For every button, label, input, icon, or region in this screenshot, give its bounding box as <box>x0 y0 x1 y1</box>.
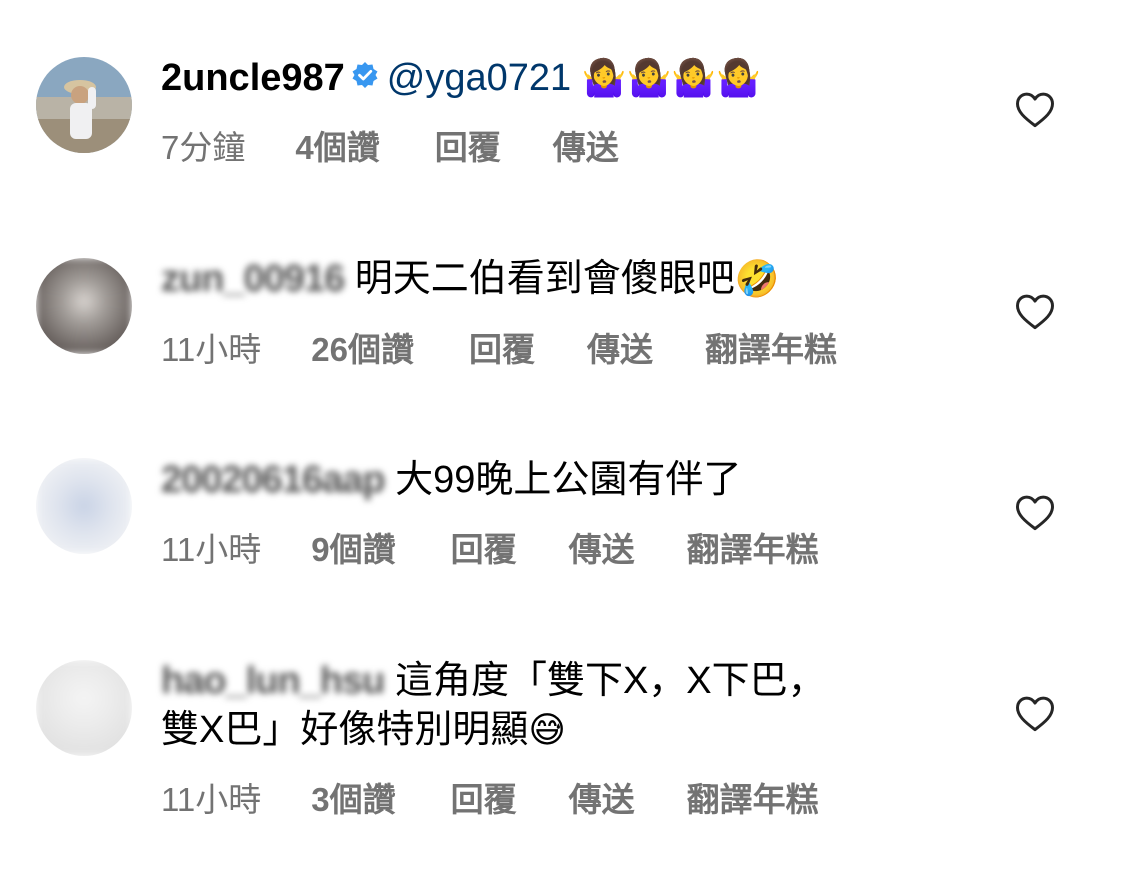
like-heart-icon[interactable] <box>1014 89 1056 129</box>
send-button[interactable]: 傳送 <box>569 530 635 570</box>
like-count[interactable]: 26個讚 <box>311 330 414 370</box>
mention-link[interactable]: @yga0721 <box>387 57 571 99</box>
comment-text: 2uncle987 @yga0721 🤷‍♀️🤷‍♀️🤷‍♀️🤷‍♀️ <box>161 55 761 103</box>
reply-button[interactable]: 回覆 <box>435 128 501 168</box>
like-heart-icon[interactable] <box>1014 693 1056 733</box>
username[interactable]: zun_00916 <box>161 258 345 300</box>
shrug-emoji: 🤷‍♀️🤷‍♀️🤷‍♀️🤷‍♀️ <box>581 58 762 99</box>
avatar[interactable] <box>36 660 132 756</box>
comment-body: 這角度「雙下X，X下巴， <box>394 660 826 702</box>
like-heart-icon[interactable] <box>1014 492 1056 532</box>
timestamp: 11小時 <box>161 331 262 368</box>
comment-body-continued: 雙X巴」好像特別明顯 <box>161 709 529 751</box>
username[interactable]: 20020616aap <box>161 459 386 501</box>
translate-button[interactable]: 翻譯年糕 <box>687 530 819 570</box>
comment-body: 明天二伯看到會傻眼吧 <box>354 258 735 300</box>
like-count[interactable]: 9個讚 <box>311 530 395 570</box>
timestamp: 11小時 <box>161 781 262 818</box>
comment-meta: 11小時 26個讚 回覆 傳送 翻譯年糕 <box>161 330 837 370</box>
send-button[interactable]: 傳送 <box>569 780 635 820</box>
comment-body: 大99晚上公園有伴了 <box>395 459 742 501</box>
reply-button[interactable]: 回覆 <box>451 530 517 570</box>
username[interactable]: hao_lun_hsu <box>161 660 385 702</box>
reply-button[interactable]: 回覆 <box>469 330 535 370</box>
send-button[interactable]: 傳送 <box>553 128 619 168</box>
timestamp: 11小時 <box>161 531 262 568</box>
comment-text-line2: 雙X巴」好像特別明顯😅 <box>161 707 566 754</box>
comment-item: 2uncle987 @yga0721 🤷‍♀️🤷‍♀️🤷‍♀️🤷‍♀️ 7分鐘 4個… <box>0 0 1125 200</box>
avatar-photo <box>36 57 132 153</box>
rolling-laughing-emoji: 🤣 <box>734 259 780 300</box>
like-count[interactable]: 4個讚 <box>295 128 379 168</box>
comment-meta: 7分鐘 4個讚 回覆 傳送 <box>161 128 619 168</box>
grinning-sweat-emoji: 😅 <box>528 710 566 751</box>
reply-button[interactable]: 回覆 <box>451 780 517 820</box>
timestamp: 7分鐘 <box>161 129 246 166</box>
like-count[interactable]: 3個讚 <box>311 780 395 820</box>
comment-meta: 11小時 3個讚 回覆 傳送 翻譯年糕 <box>161 780 819 820</box>
translate-button[interactable]: 翻譯年糕 <box>705 330 837 370</box>
comment-text: zun_00916 明天二伯看到會傻眼吧🤣 <box>161 256 780 303</box>
comment-meta: 11小時 9個讚 回覆 傳送 翻譯年糕 <box>161 530 819 570</box>
username[interactable]: 2uncle987 <box>161 57 345 99</box>
like-heart-icon[interactable] <box>1014 291 1056 331</box>
avatar[interactable] <box>36 258 132 354</box>
verified-badge-icon <box>351 54 379 100</box>
send-button[interactable]: 傳送 <box>587 330 653 370</box>
translate-button[interactable]: 翻譯年糕 <box>687 780 819 820</box>
avatar[interactable] <box>36 57 132 153</box>
comment-text: 20020616aap 大99晚上公園有伴了 <box>161 457 741 503</box>
avatar[interactable] <box>36 458 132 554</box>
comment-text: hao_lun_hsu 這角度「雙下X，X下巴， <box>161 658 826 704</box>
